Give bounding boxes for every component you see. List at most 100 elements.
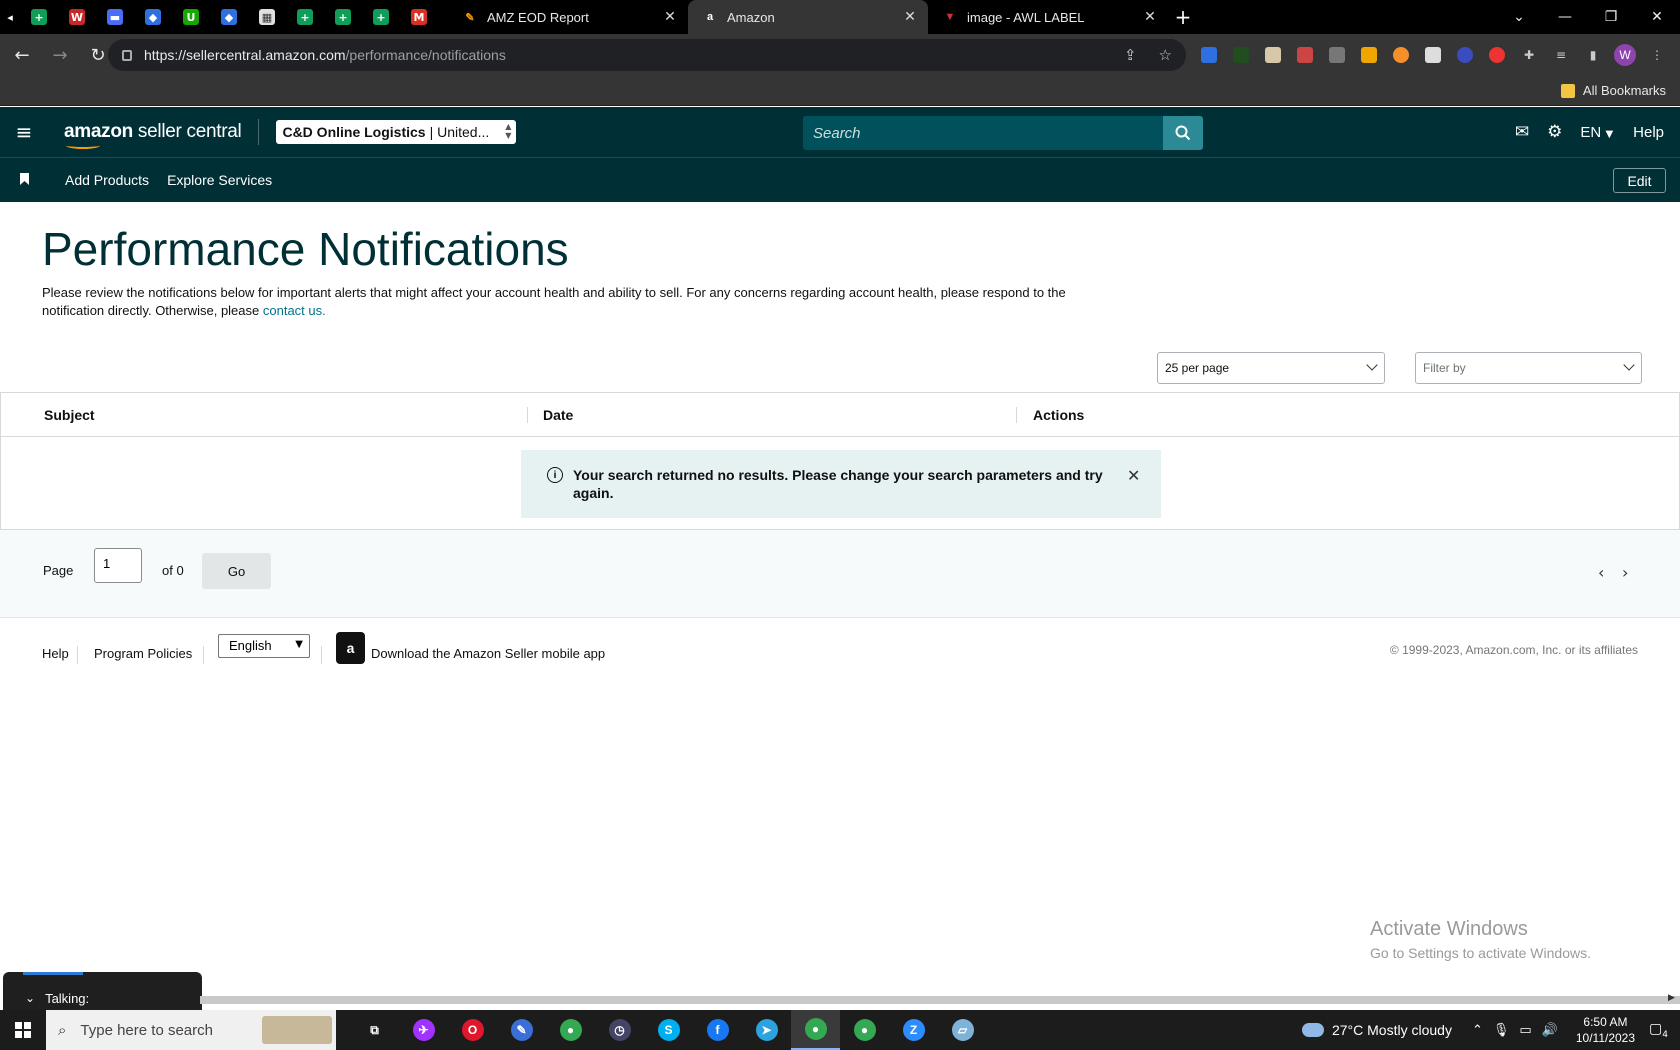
- next-page-icon[interactable]: ›: [1622, 563, 1628, 582]
- notification-center-icon[interactable]: ▢4: [1649, 1021, 1668, 1040]
- pinned-tab[interactable]: U: [172, 0, 210, 34]
- chrome-profile-w-icon: ●: [804, 1018, 827, 1040]
- close-tab-icon[interactable]: ✕: [1142, 9, 1158, 25]
- taskbar-app[interactable]: ●: [546, 1010, 595, 1050]
- taskbar-app[interactable]: ●: [791, 1010, 840, 1050]
- taskbar-search[interactable]: ⌕ Type here to search: [46, 1010, 336, 1050]
- sellersprite-extension-icon[interactable]: [1230, 44, 1252, 66]
- browser-tab[interactable]: a Amazon ✕: [688, 0, 928, 34]
- taskbar-app[interactable]: f: [693, 1010, 742, 1050]
- close-tab-icon[interactable]: ✕: [902, 9, 918, 25]
- search-button[interactable]: [1163, 116, 1203, 150]
- show-hidden-icons-icon[interactable]: ⌃: [1472, 1023, 1483, 1038]
- browser-tab[interactable]: ▼ image - AWL LABEL ✕: [928, 0, 1168, 34]
- restore-button[interactable]: ❐: [1588, 9, 1634, 25]
- new-tab-button[interactable]: +: [1168, 5, 1198, 29]
- tab-search-back-icon[interactable]: ◂: [0, 11, 20, 24]
- tab-search-icon[interactable]: ⌄: [1496, 9, 1542, 25]
- footer-help-link[interactable]: Help: [42, 646, 69, 661]
- weather-widget[interactable]: 27°C Mostly cloudy: [1301, 1022, 1452, 1038]
- scroll-right-icon[interactable]: ▶: [1668, 993, 1680, 1007]
- microphone-icon[interactable]: 🎙: [1493, 1023, 1510, 1038]
- pinned-tab[interactable]: +: [362, 0, 400, 34]
- language-selector[interactable]: EN ▼: [1580, 124, 1613, 141]
- all-bookmarks-button[interactable]: All Bookmarks: [1560, 83, 1666, 98]
- horizontal-scrollbar[interactable]: ▶: [200, 993, 1680, 1007]
- close-tab-icon[interactable]: ✕: [662, 9, 678, 25]
- chrome-menu-icon[interactable]: ⋮: [1646, 44, 1668, 66]
- color-extension-icon[interactable]: [1390, 44, 1412, 66]
- taskbar-app[interactable]: ➤: [742, 1010, 791, 1050]
- edit-nav-button[interactable]: Edit: [1613, 168, 1666, 193]
- dropbox-extension-icon[interactable]: [1198, 44, 1220, 66]
- back-button[interactable]: ←: [6, 45, 38, 66]
- address-bar[interactable]: https://sellercentral.amazon.com/perform…: [108, 39, 1186, 71]
- bookmark-icon[interactable]: [20, 172, 34, 188]
- media-control-icon[interactable]: ≡: [1550, 44, 1572, 66]
- ascout-extension-icon[interactable]: [1358, 44, 1380, 66]
- settings-gear-icon[interactable]: ⚙: [1547, 122, 1562, 142]
- taskbar-app[interactable]: Z: [889, 1010, 938, 1050]
- bookmark-star-icon[interactable]: ☆: [1159, 46, 1172, 64]
- seller-central-logo[interactable]: amazon seller central: [64, 121, 242, 149]
- taskbar-app[interactable]: O: [448, 1010, 497, 1050]
- signature-extension-icon[interactable]: [1294, 44, 1316, 66]
- close-alert-icon[interactable]: ✕: [1127, 466, 1140, 518]
- amazon-icon: a: [706, 11, 714, 23]
- extensions-puzzle-icon[interactable]: ✚: [1518, 44, 1540, 66]
- taskbar-app[interactable]: ▱: [938, 1010, 987, 1050]
- pinned-tab[interactable]: W: [58, 0, 96, 34]
- start-button[interactable]: [0, 1022, 46, 1038]
- taskbar-app[interactable]: S: [644, 1010, 693, 1050]
- taskbar-app[interactable]: ●: [840, 1010, 889, 1050]
- pinned-tab[interactable]: ▦: [248, 0, 286, 34]
- mail-icon[interactable]: ✉: [1515, 122, 1529, 142]
- search-input[interactable]: Search: [803, 125, 1163, 142]
- taskbar-app[interactable]: ✎: [497, 1010, 546, 1050]
- share-icon[interactable]: ⇪: [1124, 46, 1137, 64]
- pinned-tab[interactable]: +: [324, 0, 362, 34]
- nav-add-products[interactable]: Add Products: [65, 172, 149, 188]
- header-help-link[interactable]: Help: [1633, 124, 1664, 141]
- profile-avatar[interactable]: W: [1614, 44, 1636, 66]
- pinned-tab[interactable]: ▬: [96, 0, 134, 34]
- pinned-tab[interactable]: +: [20, 0, 58, 34]
- toggle-off-extension-icon[interactable]: [1326, 44, 1348, 66]
- close-window-button[interactable]: ✕: [1634, 9, 1680, 25]
- chevron-down-icon[interactable]: ⌄: [25, 991, 35, 1005]
- pinned-tab[interactable]: ◆: [134, 0, 172, 34]
- taskbar-clock[interactable]: 6:50 AM 10/11/2023: [1576, 1014, 1635, 1046]
- volume-icon[interactable]: 🔊: [1542, 1023, 1558, 1038]
- pinned-tab[interactable]: M: [400, 0, 438, 34]
- minimize-button[interactable]: —: [1542, 9, 1588, 25]
- page-number-input[interactable]: 1: [94, 548, 142, 583]
- browser-tab[interactable]: ✎ AMZ EOD Report ✕: [448, 0, 688, 34]
- image-extension-icon[interactable]: [1262, 44, 1284, 66]
- column-header-subject[interactable]: Subject: [44, 407, 95, 423]
- program-policies-link[interactable]: Program Policies: [94, 646, 192, 661]
- qr-extension-icon[interactable]: [1422, 44, 1444, 66]
- account-switcher[interactable]: C&D Online Logistics | United... ▲ ▼: [276, 120, 517, 144]
- filter-by-select[interactable]: Filter by: [1415, 352, 1642, 384]
- hamburger-menu-icon[interactable]: ≡: [0, 120, 48, 144]
- f-extension-icon[interactable]: [1454, 44, 1476, 66]
- pokeball-extension-icon[interactable]: [1486, 44, 1508, 66]
- contact-us-link[interactable]: contact us.: [263, 303, 326, 318]
- pinned-tab[interactable]: ◆: [210, 0, 248, 34]
- per-page-select[interactable]: 25 per page: [1157, 352, 1385, 384]
- column-header-date[interactable]: Date: [543, 407, 573, 423]
- pinned-tab[interactable]: +: [286, 0, 324, 34]
- amazon-app-bag-icon[interactable]: a: [336, 632, 365, 664]
- side-panel-icon[interactable]: ▮: [1582, 44, 1604, 66]
- network-icon[interactable]: ▭: [1519, 1023, 1531, 1038]
- download-app-link[interactable]: Download the Amazon Seller mobile app: [371, 646, 605, 661]
- go-button[interactable]: Go: [202, 553, 271, 589]
- header-search[interactable]: Search: [803, 116, 1203, 150]
- taskbar-app[interactable]: ⧉: [350, 1010, 399, 1050]
- taskbar-app[interactable]: ◷: [595, 1010, 644, 1050]
- taskbar-app[interactable]: ✈: [399, 1010, 448, 1050]
- footer-language-select[interactable]: English ▼: [218, 634, 310, 658]
- prev-page-icon[interactable]: ‹: [1598, 563, 1604, 582]
- nav-explore-services[interactable]: Explore Services: [167, 172, 272, 188]
- forward-button[interactable]: →: [44, 45, 76, 66]
